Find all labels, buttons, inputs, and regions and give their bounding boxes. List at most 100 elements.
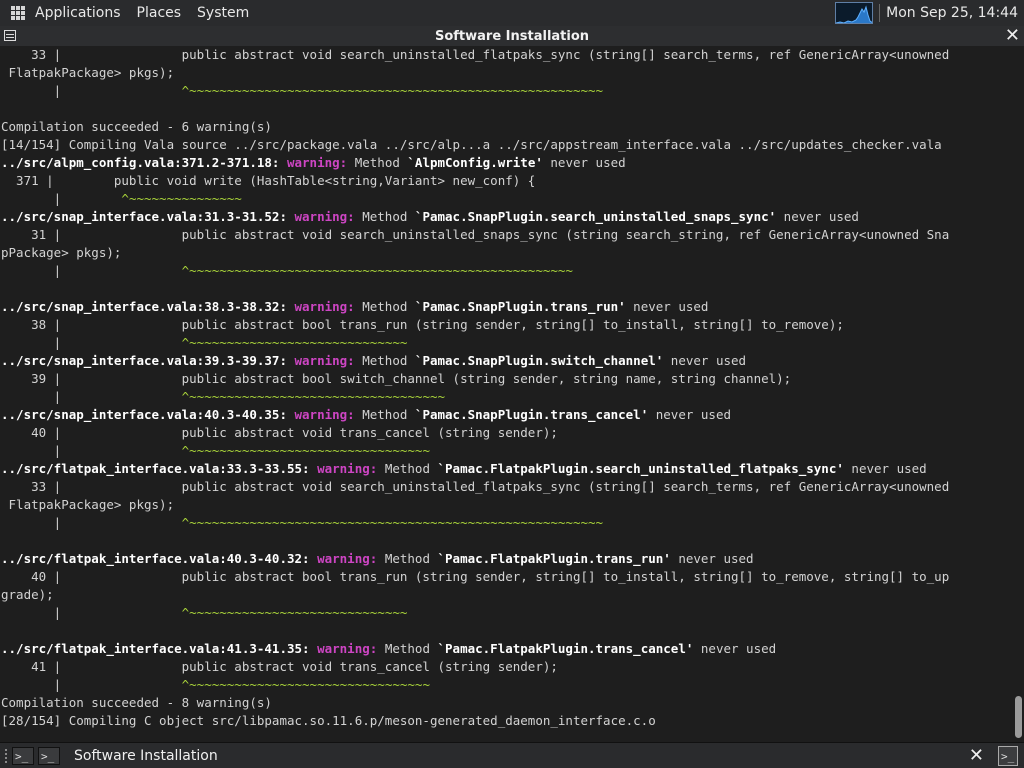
terminal-text-segment: |	[1, 389, 182, 404]
terminal-line: ../src/flatpak_interface.vala:40.3-40.32…	[0, 550, 1012, 568]
terminal-text-segment: ../src/snap_interface.vala:39.3-39.37:	[1, 353, 295, 368]
terminal-scrollbar[interactable]	[1012, 46, 1024, 740]
menu-places[interactable]: Places	[137, 5, 182, 21]
terminal-line: | ^~~~~~~~~~~~~~~~~~~~~~~~~~~~~~~~~	[0, 676, 1012, 694]
terminal-text-segment: |	[1, 515, 182, 530]
terminal-text-segment: |	[1, 605, 182, 620]
terminal-line: | ^~~~~~~~~~~~~~~~~~~~~~~~~~~~~~~~~~~	[0, 388, 1012, 406]
clock[interactable]: Mon Sep 25, 14:44	[886, 5, 1018, 21]
terminal-text-segment: ../src/snap_interface.vala:31.3-31.52:	[1, 209, 295, 224]
terminal-text-segment: ../src/flatpak_interface.vala:41.3-41.35…	[1, 641, 318, 656]
window-titlebar[interactable]: Software Installation ✕	[0, 26, 1024, 47]
terminal-line: 40 | public abstract void trans_cancel (…	[0, 424, 1012, 442]
terminal-line: | ^~~~~~~~~~~~~~~~~~~~~~~~~~~~~~	[0, 604, 1012, 622]
terminal-text-segment: `Pamac.FlatpakPlugin.trans_cancel'	[437, 641, 694, 656]
terminal-text-segment: never used	[843, 461, 927, 476]
taskbar-close-icon[interactable]: ✕	[969, 745, 984, 766]
terminal-text-segment: never used	[663, 353, 747, 368]
window-menu-icon[interactable]	[4, 30, 16, 41]
taskbar-window-title[interactable]: Software Installation	[74, 748, 218, 764]
terminal-text-segment: 38 | public abstract bool trans_run (str…	[1, 317, 844, 332]
terminal-line: Compilation succeeded - 6 warning(s)	[0, 118, 1012, 136]
terminal-text-segment: `Pamac.FlatpakPlugin.search_uninstalled_…	[437, 461, 844, 476]
terminal-text-segment: never used	[693, 641, 777, 656]
terminal-text-segment: Method	[362, 353, 415, 368]
terminal-line: ../src/alpm_config.vala:371.2-371.18: wa…	[0, 154, 1012, 172]
terminal-text-segment: ^~~~~~~~~~~~~~~~~~~~~~~~~~~~~~~~~	[181, 677, 430, 692]
terminal-text-segment: `Pamac.FlatpakPlugin.trans_run'	[437, 551, 671, 566]
terminal-text-segment: Method	[362, 209, 415, 224]
panel-separator	[879, 4, 881, 22]
terminal-text-segment: 31 | public abstract void search_uninsta…	[1, 227, 950, 242]
terminal-line: ../src/snap_interface.vala:40.3-40.35: w…	[0, 406, 1012, 424]
terminal-text-segment: 33 | public abstract void search_uninsta…	[1, 479, 950, 494]
terminal-line: ../src/snap_interface.vala:39.3-39.37: w…	[0, 352, 1012, 370]
terminal-text-segment: |	[1, 191, 122, 206]
terminal-line: | ^~~~~~~~~~~~~~~~~~~~~~~~~~~~~~~~~	[0, 442, 1012, 460]
terminal-text-segment: pPackage> pkgs);	[1, 245, 122, 260]
menu-applications[interactable]: Applications	[35, 5, 121, 21]
terminal-text-segment: grade);	[1, 587, 54, 602]
terminal-line: ../src/flatpak_interface.vala:41.3-41.35…	[0, 640, 1012, 658]
terminal-line: | ^~~~~~~~~~~~~~~~~~~~~~~~~~~~~~~~~~~~~~…	[0, 82, 1012, 100]
window-title: Software Installation	[434, 28, 590, 44]
terminal-line: FlatpakPackage> pkgs);	[0, 496, 1012, 514]
top-panel: Applications Places System Mon Sep 25, 1…	[0, 0, 1024, 26]
terminal-launcher-icon-2[interactable]: >_	[38, 746, 60, 765]
terminal-line: FlatpakPackage> pkgs);	[0, 64, 1012, 82]
terminal-line: Compilation succeeded - 8 warning(s)	[0, 694, 1012, 712]
terminal-text-segment: warning:	[286, 155, 355, 170]
terminal-text-segment: ../src/alpm_config.vala:371.2-371.18:	[1, 155, 287, 170]
terminal-text-segment: `Pamac.SnapPlugin.search_uninstalled_sna…	[414, 209, 777, 224]
terminal-text-segment: 371 | public void write (HashTable<strin…	[1, 173, 536, 188]
terminal-text-segment: never used	[670, 551, 754, 566]
terminal-text-segment: ^~~~~~~~~~~~~~~~~~~~~~~~~~~~~~~~~	[181, 443, 430, 458]
terminal-line: 33 | public abstract void search_uninsta…	[0, 478, 1012, 496]
terminal-text-segment: Method	[362, 299, 415, 314]
terminal-line: ../src/snap_interface.vala:38.3-38.32: w…	[0, 298, 1012, 316]
terminal-text-segment: warning:	[317, 461, 385, 476]
terminal-line: [28/154] Compiling C object src/libpamac…	[0, 712, 1012, 730]
taskbar-grip-icon[interactable]	[4, 747, 8, 764]
terminal-text-segment: [14/154] Compiling Vala source ../src/pa…	[1, 137, 942, 152]
system-monitor-graph-icon[interactable]	[835, 2, 874, 24]
terminal-text-segment: ^~~~~~~~~~~~~~~~~~~~~~~~~~~~~~	[181, 605, 408, 620]
terminal-text-segment: `Pamac.SnapPlugin.trans_run'	[414, 299, 626, 314]
terminal-line: [14/154] Compiling Vala source ../src/pa…	[0, 136, 1012, 154]
terminal-text-segment: 39 | public abstract bool switch_channel…	[1, 371, 792, 386]
terminal-text-segment: never used	[776, 209, 859, 224]
terminal-line: pPackage> pkgs);	[0, 244, 1012, 262]
terminal-text-segment: warning:	[317, 641, 385, 656]
terminal-line: ../src/flatpak_interface.vala:33.3-33.55…	[0, 460, 1012, 478]
terminal-text-segment: Compilation succeeded - 8 warning(s)	[1, 695, 272, 710]
scrollbar-thumb[interactable]	[1015, 696, 1022, 738]
terminal-text-segment: Method	[354, 155, 408, 170]
terminal-text-segment: Method	[384, 641, 438, 656]
terminal-text-segment: warning:	[294, 353, 363, 368]
window-close-icon[interactable]: ✕	[1005, 26, 1020, 46]
applications-grid-icon[interactable]	[11, 6, 25, 20]
terminal-line: | ^~~~~~~~~~~~~~~~	[0, 190, 1012, 208]
terminal-text-segment: ^~~~~~~~~~~~~~~~	[121, 191, 242, 206]
terminal-text-segment: ^~~~~~~~~~~~~~~~~~~~~~~~~~~~~~~~~~~~~~~~…	[181, 83, 604, 98]
active-terminal-icon[interactable]: >_	[998, 745, 1018, 766]
terminal-line: 371 | public void write (HashTable<strin…	[0, 172, 1012, 190]
terminal-line: | ^~~~~~~~~~~~~~~~~~~~~~~~~~~~~~	[0, 334, 1012, 352]
terminal-output[interactable]: 33 | public abstract void search_uninsta…	[0, 46, 1012, 740]
terminal-text-segment: 33 | public abstract void search_uninsta…	[1, 47, 950, 62]
terminal-line: 31 | public abstract void search_uninsta…	[0, 226, 1012, 244]
terminal-text-segment: 41 | public abstract void trans_cancel (…	[1, 659, 558, 674]
terminal-text-segment: ../src/flatpak_interface.vala:33.3-33.55…	[1, 461, 318, 476]
terminal-text-segment: |	[1, 335, 182, 350]
terminal-text-segment: `Pamac.SnapPlugin.switch_channel'	[414, 353, 664, 368]
terminal-line: grade);	[0, 586, 1012, 604]
panel-right-area: Mon Sep 25, 14:44	[835, 0, 1024, 26]
menu-system[interactable]: System	[197, 5, 249, 21]
terminal-launcher-icon[interactable]: >_	[12, 746, 34, 765]
terminal-line: 41 | public abstract void trans_cancel (…	[0, 658, 1012, 676]
terminal-text-segment: ^~~~~~~~~~~~~~~~~~~~~~~~~~~~~~~~~~~	[181, 389, 446, 404]
terminal-text-segment: ^~~~~~~~~~~~~~~~~~~~~~~~~~~~~~~~~~~~~~~~…	[181, 263, 573, 278]
terminal-line: 39 | public abstract bool switch_channel…	[0, 370, 1012, 388]
terminal-text-segment: ^~~~~~~~~~~~~~~~~~~~~~~~~~~~~~~~~~~~~~~~…	[181, 515, 604, 530]
